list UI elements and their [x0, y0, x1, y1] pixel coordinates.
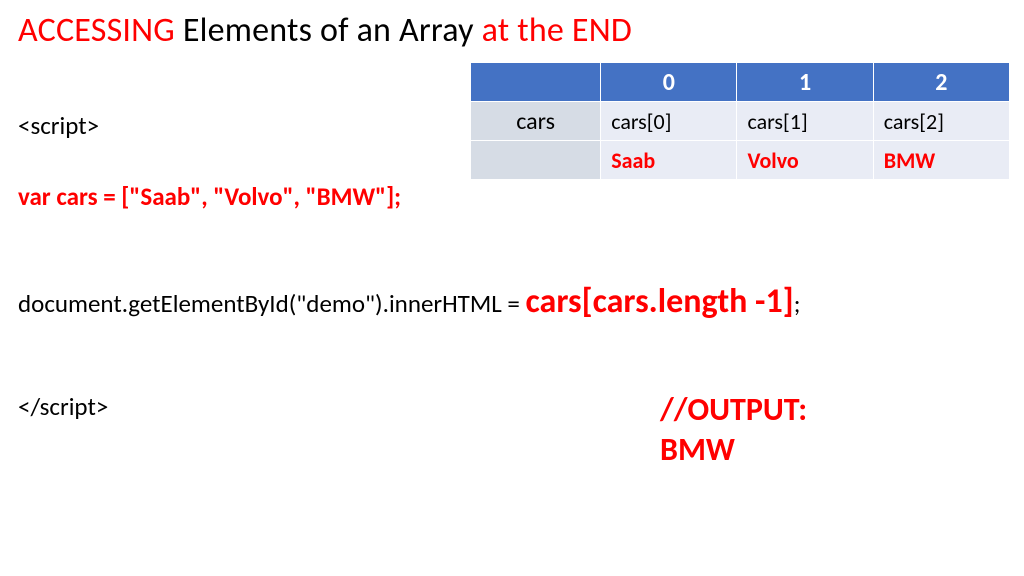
output-block: //OUTPUT: BMW: [660, 390, 807, 470]
title-at-end: at the END: [482, 10, 632, 51]
ref-cell-2: cars[2]: [873, 102, 1009, 141]
index-header-1: 1: [737, 63, 873, 102]
index-header-0: 0: [601, 63, 737, 102]
value-cell-2: BMW: [873, 141, 1009, 180]
index-header-2: 2: [873, 63, 1009, 102]
statement-semicolon: ;: [794, 288, 801, 319]
script-open-tag: <script>: [18, 110, 800, 141]
statement-line: document.getElementById("demo").innerHTM…: [18, 281, 800, 324]
var-declaration-line: var cars = ["Saab", "Volvo", "BMW"];: [18, 181, 800, 212]
table-corner-cell: [471, 63, 601, 102]
output-value: BMW: [660, 430, 807, 470]
statement-expression: cars[cars.length -1]: [526, 281, 794, 322]
slide-title: ACCESSING Elements of an Array at the EN…: [18, 10, 632, 51]
code-example: <script> var cars = ["Saab", "Volvo", "B…: [18, 110, 800, 428]
output-comment: //OUTPUT:: [660, 390, 807, 430]
table-header-row: 0 1 2: [471, 63, 1010, 102]
statement-left: document.getElementById("demo").innerHTM…: [18, 288, 526, 319]
title-accessing: ACCESSING: [18, 10, 175, 51]
title-middle: Elements of an Array: [175, 10, 482, 51]
